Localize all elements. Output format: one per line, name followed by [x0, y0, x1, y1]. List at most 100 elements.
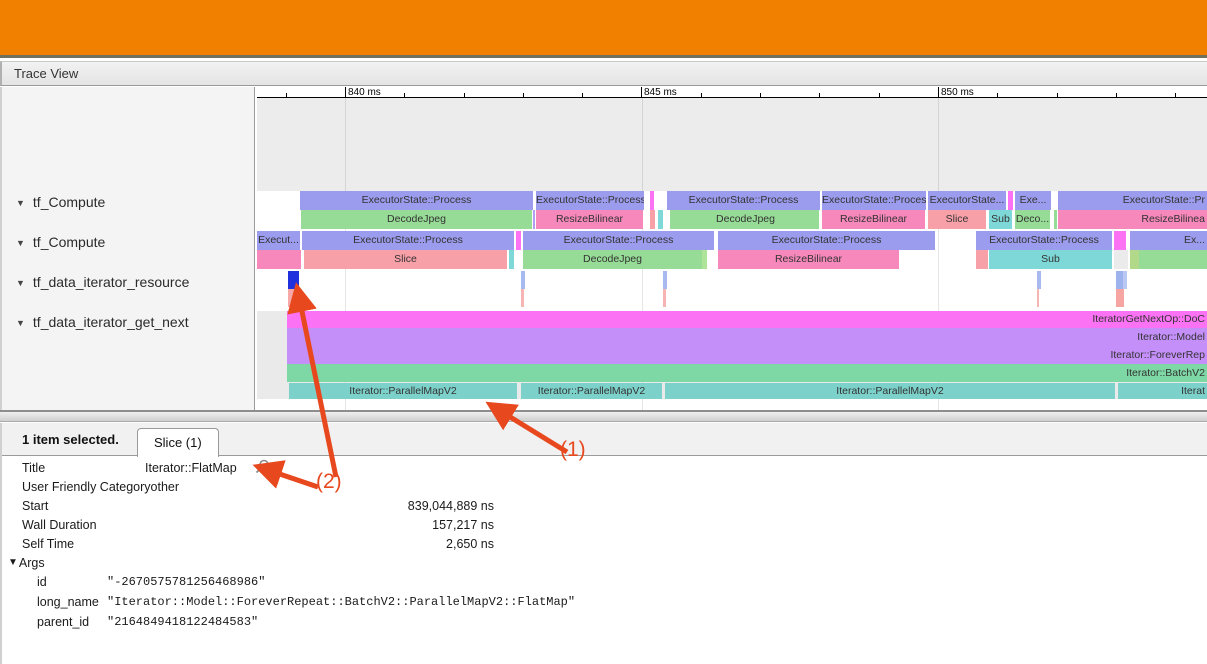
arg-row-long-name: long_name "Iterator::Model::ForeverRepea…	[2, 592, 702, 612]
trace-slice-ex-[interactable]: Ex...	[1130, 231, 1207, 250]
tab-slice[interactable]: Slice (1)	[137, 428, 219, 457]
trace-slice-iterator-batchv2[interactable]: Iterator::BatchV2	[287, 364, 1207, 382]
trace-slice[interactable]	[1139, 250, 1207, 269]
track-row-tf_Compute[interactable]: ▼tf_Compute	[16, 194, 105, 210]
track-row-tf_data_iterator_get_next[interactable]: ▼tf_data_iterator_get_next	[16, 314, 189, 330]
trace-slice[interactable]	[521, 271, 525, 289]
detail-row-start: Start 839,044,889 ns	[2, 496, 702, 515]
trace-slice[interactable]	[1123, 271, 1127, 289]
trace-slice-slice[interactable]: Slice	[304, 250, 507, 269]
trace-view-header: Trace View	[0, 61, 1207, 86]
trace-slice[interactable]	[1116, 289, 1124, 307]
ruler-major-tick	[641, 87, 642, 98]
detail-label: Title	[2, 461, 145, 475]
detail-row-category: User Friendly Category other	[2, 477, 702, 496]
trace-slice-iterator-model[interactable]: Iterator::Model	[287, 328, 1207, 346]
trace-slice-executorstate-process[interactable]: ExecutorState::Process	[667, 191, 820, 210]
trace-slice[interactable]	[650, 191, 654, 210]
trace-slice-execut-[interactable]: Execut...	[257, 231, 300, 250]
ruler-tick-label: 840 ms	[348, 87, 381, 98]
ruler-minor-tick	[523, 93, 524, 97]
trace-slice[interactable]	[1114, 250, 1128, 269]
trace-slice-iterator-parallelmapv2[interactable]: Iterator::ParallelMapV2	[521, 383, 662, 399]
trace-slice[interactable]	[1116, 271, 1123, 289]
arg-value-id: "-2670575781256468986"	[107, 575, 265, 589]
trace-viewer-window: Trace View ▼tf_Compute ▼tf_Compute ▼tf_dat…	[0, 0, 1207, 664]
trace-slice[interactable]	[1037, 271, 1041, 289]
trace-view-title: Trace View	[14, 66, 78, 81]
trace-slice[interactable]	[650, 210, 655, 229]
ruler-minor-tick	[701, 93, 702, 97]
trace-slice-decodejpeg[interactable]: DecodeJpeg	[301, 210, 532, 229]
trace-slice-executorstate-process[interactable]: ExecutorState::Process	[302, 231, 514, 250]
trace-slice[interactable]	[521, 289, 524, 307]
timeline-region: ▼tf_Compute ▼tf_Compute ▼tf_data_iterator_…	[0, 87, 1207, 410]
ruler-minor-tick	[404, 93, 405, 97]
trace-slice-resizebilinea[interactable]: ResizeBilinea	[1058, 210, 1207, 229]
track-row-tf_data_iterator_resource[interactable]: ▼tf_data_iterator_resource	[16, 274, 189, 290]
trace-slice-sub[interactable]: Sub	[989, 250, 1112, 269]
trace-slice-resizebilinear[interactable]: ResizeBilinear	[822, 210, 925, 229]
detail-row-title: Title Iterator::FlatMap	[2, 458, 702, 477]
trace-canvas[interactable]: 840 ms845 ms850 ms ExecutorState::Proces…	[257, 87, 1207, 410]
ruler-minor-tick	[582, 93, 583, 97]
trace-slice[interactable]	[663, 271, 667, 289]
trace-slice[interactable]	[1130, 250, 1139, 269]
detail-label: User Friendly Category	[2, 480, 151, 494]
trace-slice[interactable]	[516, 231, 521, 250]
trace-slice-executorstate-process[interactable]: ExecutorState::Process	[536, 191, 644, 210]
trace-slice-executorstate-process[interactable]: ExecutorState::Process	[523, 231, 714, 250]
trace-slice[interactable]	[663, 289, 666, 307]
ruler-minor-tick	[286, 93, 287, 97]
trace-slice[interactable]	[1037, 289, 1039, 307]
trace-slice-executorstate-process[interactable]: ExecutorState::Process	[822, 191, 926, 210]
ruler-minor-tick	[760, 93, 761, 97]
panel-splitter[interactable]	[0, 410, 1207, 422]
ruler-tick-label: 850 ms	[941, 87, 974, 98]
trace-slice[interactable]	[509, 250, 514, 269]
track-name-panel: ▼tf_Compute ▼tf_Compute ▼tf_data_iterator_…	[2, 87, 255, 410]
trace-slice-iterat[interactable]: Iterat	[1118, 383, 1207, 399]
ruler-minor-tick	[464, 93, 465, 97]
trace-slice-iterator-parallelmapv2[interactable]: Iterator::ParallelMapV2	[289, 383, 517, 399]
trace-slice-executorstate-process[interactable]: ExecutorState::Process	[300, 191, 533, 210]
trace-slice[interactable]	[976, 250, 988, 269]
trace-slice-exe-[interactable]: Exe...	[1015, 191, 1051, 210]
magnifier-icon[interactable]	[255, 459, 270, 477]
collapse-triangle-icon: ▼	[8, 557, 18, 568]
trace-slice[interactable]	[702, 250, 707, 269]
trace-slice-iteratorgetnextop-doc[interactable]: IteratorGetNextOp::DoC	[287, 311, 1207, 328]
trace-slice-sub[interactable]: Sub	[989, 210, 1012, 229]
trace-slice[interactable]	[1054, 210, 1057, 229]
trace-slice-resizebilinear[interactable]: ResizeBilinear	[718, 250, 899, 269]
trace-slice[interactable]	[288, 289, 298, 307]
trace-slice[interactable]	[1114, 231, 1126, 250]
trace-slice-decodejpeg[interactable]: DecodeJpeg	[672, 210, 819, 229]
trace-slice-slice[interactable]: Slice	[928, 210, 986, 229]
trace-slice-deco-[interactable]: Deco...	[1015, 210, 1050, 229]
trace-slice-executorstate-[interactable]: ExecutorState...	[928, 191, 1006, 210]
trace-slice-resizebilinear[interactable]: ResizeBilinear	[536, 210, 643, 229]
collapse-triangle-icon: ▼	[16, 238, 25, 248]
collapse-triangle-icon: ▼	[16, 278, 25, 288]
trace-slice-decodejpeg[interactable]: DecodeJpeg	[523, 250, 702, 269]
track-row-tf_Compute[interactable]: ▼tf_Compute	[16, 234, 105, 250]
trace-slice-executorstate-pr[interactable]: ExecutorState::Pr	[1058, 191, 1207, 210]
trace-slice[interactable]	[288, 271, 299, 289]
arg-key: long_name	[2, 595, 107, 609]
trace-slice[interactable]	[1008, 191, 1013, 210]
trace-slice[interactable]	[257, 250, 301, 269]
ruler-minor-tick	[1175, 93, 1176, 97]
arg-value-parent-id: "2164849418122484583"	[107, 615, 258, 629]
trace-slice-executorstate-process[interactable]: ExecutorState::Process	[976, 231, 1112, 250]
arg-row-parent-id: parent_id "2164849418122484583"	[2, 612, 702, 632]
args-expander[interactable]: ▼Args	[2, 553, 702, 572]
detail-label: Self Time	[2, 537, 145, 551]
trace-slice[interactable]	[658, 210, 663, 229]
detail-label: Start	[2, 499, 145, 513]
trace-slice-iterator-parallelmapv2[interactable]: Iterator::ParallelMapV2	[665, 383, 1115, 399]
detail-value-title: Iterator::FlatMap	[145, 461, 237, 475]
trace-slice[interactable]	[533, 210, 535, 229]
trace-slice-executorstate-process[interactable]: ExecutorState::Process	[718, 231, 935, 250]
trace-slice-iterator-foreverrep[interactable]: Iterator::ForeverRep	[287, 346, 1207, 364]
